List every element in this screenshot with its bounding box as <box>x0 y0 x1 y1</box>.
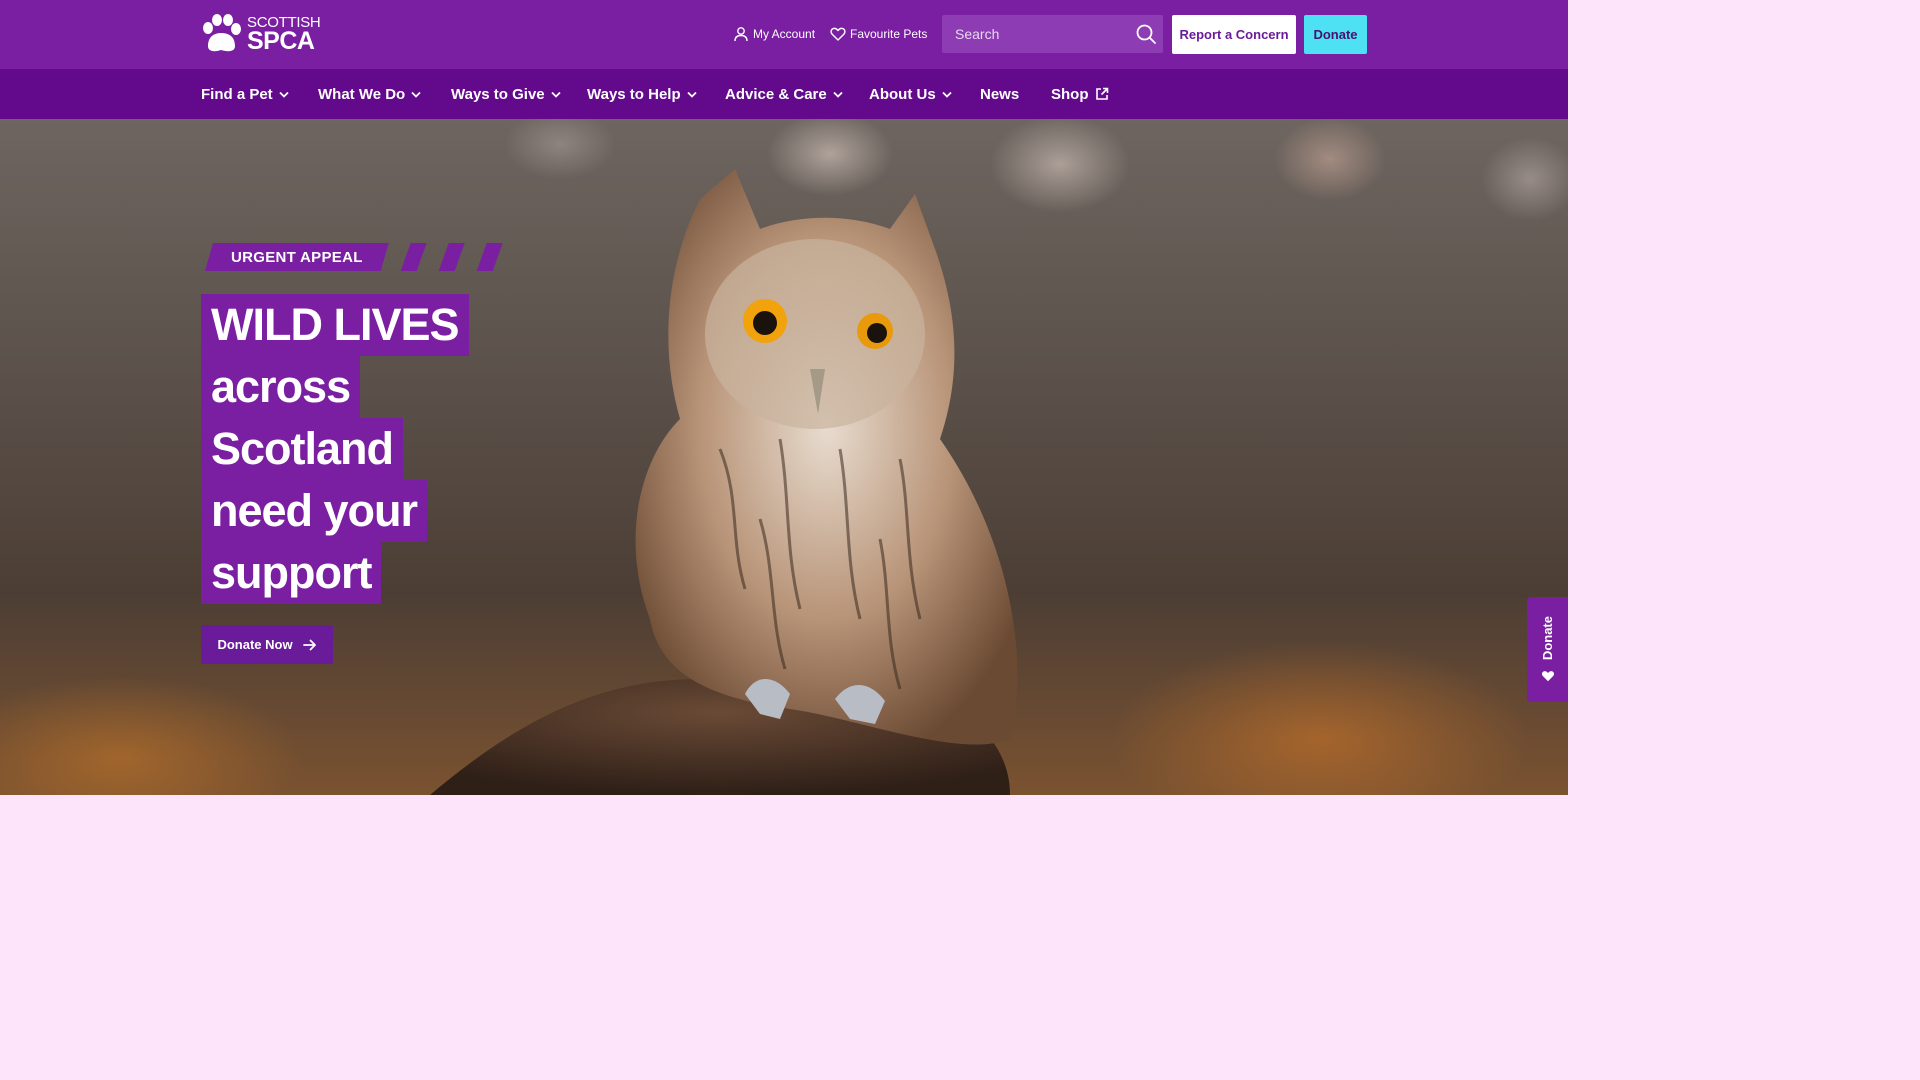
urgent-appeal-tag: URGENT APPEAL <box>205 243 503 271</box>
nav-label: Ways to Give <box>451 85 545 103</box>
nav-ways-to-give[interactable]: Ways to Give <box>451 83 561 105</box>
nav-about-us[interactable]: About Us <box>869 83 952 105</box>
nav-label: News <box>980 85 1020 103</box>
decorative-stripe <box>477 243 503 271</box>
nav-advice-and-care[interactable]: Advice & Care <box>725 83 843 105</box>
nav-what-we-do[interactable]: What We Do <box>318 83 421 105</box>
favourite-pets-link[interactable]: Favourite Pets <box>830 24 927 44</box>
hero-banner: URGENT APPEAL WILD LIVES across Scotland… <box>0 119 1568 795</box>
main-nav: Find a Pet What We Do Ways to Give Ways … <box>0 69 1568 119</box>
headline-line: Scotland <box>201 418 404 480</box>
headline-line: need your <box>201 480 428 542</box>
heart-icon <box>1541 670 1554 681</box>
report-concern-button[interactable]: Report a Concern <box>1172 15 1296 54</box>
decorative-stripe <box>439 243 465 271</box>
nav-label: Ways to Help <box>587 85 681 103</box>
search-button[interactable] <box>1135 23 1157 45</box>
my-account-link[interactable]: My Account <box>733 24 815 44</box>
headline-line: WILD LIVES <box>201 294 469 356</box>
side-donate-tab[interactable]: Donate <box>1527 597 1568 702</box>
logo-line-2: SPCA <box>247 26 315 55</box>
heart-icon <box>830 27 846 41</box>
nav-label: Advice & Care <box>725 85 827 103</box>
headline-line: support <box>201 542 382 604</box>
hero-headline: WILD LIVES across Scotland need your sup… <box>201 294 541 604</box>
external-link-icon <box>1095 87 1108 100</box>
top-bar: SCOTTISH SPCA My Account Favourite Pets … <box>0 0 1568 69</box>
nav-shop[interactable]: Shop <box>1051 83 1109 105</box>
arrow-right-icon <box>302 639 316 650</box>
chevron-down-icon <box>942 91 952 98</box>
chevron-down-icon <box>833 91 843 98</box>
nav-news[interactable]: News <box>980 83 1019 105</box>
chevron-down-icon <box>279 91 289 98</box>
donate-button[interactable]: Donate <box>1304 15 1367 54</box>
donate-now-label: Donate Now <box>217 637 293 652</box>
my-account-label: My Account <box>753 27 816 41</box>
nav-find-a-pet[interactable]: Find a Pet <box>201 83 289 105</box>
decorative-stripe <box>401 243 427 271</box>
appeal-label: URGENT APPEAL <box>205 243 389 271</box>
chevron-down-icon <box>411 91 421 98</box>
user-icon <box>734 27 748 42</box>
scottish-spca-logo[interactable]: SCOTTISH SPCA <box>200 14 325 54</box>
search-icon <box>1136 24 1156 44</box>
favourite-pets-label: Favourite Pets <box>850 27 928 41</box>
side-donate-label: Donate <box>1540 616 1555 661</box>
chevron-down-icon <box>551 91 561 98</box>
headline-line: across <box>201 356 361 418</box>
nav-label: About Us <box>869 85 936 103</box>
nav-label: What We Do <box>318 85 406 103</box>
nav-label: Shop <box>1051 85 1089 103</box>
nav-ways-to-help[interactable]: Ways to Help <box>587 83 697 105</box>
nav-label: Find a Pet <box>201 85 273 103</box>
chevron-down-icon <box>687 91 697 98</box>
paw-icon <box>203 14 241 52</box>
search-input[interactable] <box>942 15 1122 53</box>
search-box <box>942 15 1163 53</box>
donate-now-button[interactable]: Donate Now <box>201 625 333 664</box>
